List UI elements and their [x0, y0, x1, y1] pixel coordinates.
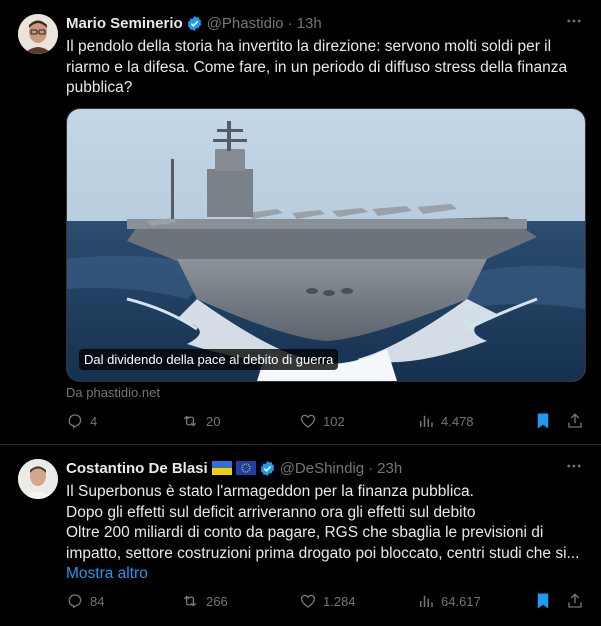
like-button[interactable]: 1.284 [299, 592, 356, 610]
reply-icon [68, 594, 82, 609]
tweet-text: Il pendolo della storia ha invertito la … [66, 37, 586, 99]
views-count: 64.617 [441, 593, 481, 609]
like-count: 102 [323, 413, 345, 429]
link-card-image[interactable]: Dal dividendo della pace al debito di gu… [66, 108, 586, 382]
tweet[interactable]: Mario Seminerio @Phastidio · 13h Il pend… [0, 0, 601, 444]
tweet-text-line: Oltre 200 miliardi di conto da pagare, R… [66, 524, 544, 541]
repost-count: 20 [206, 413, 221, 429]
views-icon [420, 415, 433, 427]
tweet-header: Costantino De Blasi @DeShindig · 23h [66, 457, 402, 479]
show-more-link[interactable]: Mostra altro [66, 564, 586, 585]
more-options-icon[interactable] [565, 457, 583, 480]
tweet-text: Il Superbonus è stato l'armageddon per l… [66, 482, 586, 585]
repost-button[interactable]: 20 [180, 412, 220, 430]
views-button[interactable]: 64.617 [417, 592, 481, 610]
author-name[interactable]: Costantino De Blasi [66, 460, 208, 477]
bookmark-button[interactable] [535, 412, 557, 430]
timestamp[interactable]: 23h [377, 460, 402, 477]
tweet[interactable]: Costantino De Blasi @DeShindig · 23h Il … [0, 444, 601, 626]
tweet-text-line: riarmo e la difesa. Come fare, in un per… [66, 58, 568, 76]
tweet-header: Mario Seminerio @Phastidio · 13h [66, 12, 322, 34]
tweet-text-line: Dopo gli effetti sul deficit arriveranno… [66, 503, 476, 521]
author-name[interactable]: Mario Seminerio [66, 15, 183, 32]
tweet-text-line: Il Superbonus è stato l'armageddon per l… [66, 483, 474, 500]
aircraft-carrier-photo [67, 109, 585, 381]
bookmark-button[interactable] [535, 592, 557, 610]
views-icon [420, 595, 433, 607]
repost-icon [183, 595, 197, 607]
bookmark-icon [537, 413, 549, 429]
repost-icon [183, 415, 197, 427]
reply-count: 4 [90, 413, 98, 429]
link-card-source[interactable]: Da phastidio.net [66, 385, 160, 400]
avatar[interactable] [18, 14, 58, 54]
like-icon [300, 594, 316, 608]
tweet-actions: 4 20 102 4.478 [66, 412, 586, 434]
share-icon [568, 413, 582, 428]
like-count: 1.284 [323, 593, 356, 609]
author-handle[interactable]: @Phastidio [207, 15, 284, 32]
share-button[interactable] [566, 412, 590, 430]
eu-flag-icon [235, 461, 256, 475]
author-handle[interactable]: @DeShindig [280, 460, 364, 477]
views-button[interactable]: 4.478 [417, 412, 474, 430]
bookmark-icon [537, 593, 549, 609]
like-icon [300, 414, 316, 428]
tweet-text-line: impatto, settore costruzioni prima droga… [66, 544, 580, 562]
separator: · [287, 14, 293, 32]
verified-badge-icon [186, 15, 203, 32]
ukraine-flag-icon [211, 461, 232, 475]
tweet-text-line: pubblica? [66, 79, 133, 96]
share-icon [568, 593, 582, 608]
avatar[interactable] [18, 459, 58, 499]
repost-button[interactable]: 266 [180, 592, 228, 610]
separator: · [368, 459, 374, 477]
reply-button[interactable]: 84 [66, 592, 104, 610]
reply-count: 84 [90, 593, 105, 609]
reply-icon [68, 414, 82, 429]
tweet-actions: 84 266 1.284 64.617 [66, 592, 586, 614]
more-options-icon[interactable] [565, 12, 583, 35]
like-button[interactable]: 102 [299, 412, 345, 430]
views-count: 4.478 [441, 413, 474, 429]
share-button[interactable] [566, 592, 590, 610]
verified-badge-icon [259, 460, 276, 477]
repost-count: 266 [206, 593, 228, 609]
tweet-text-line: Il pendolo della storia ha invertito la … [66, 38, 552, 55]
link-card-caption[interactable]: Dal dividendo della pace al debito di gu… [79, 349, 339, 370]
timestamp[interactable]: 13h [297, 15, 322, 32]
reply-button[interactable]: 4 [66, 412, 97, 430]
